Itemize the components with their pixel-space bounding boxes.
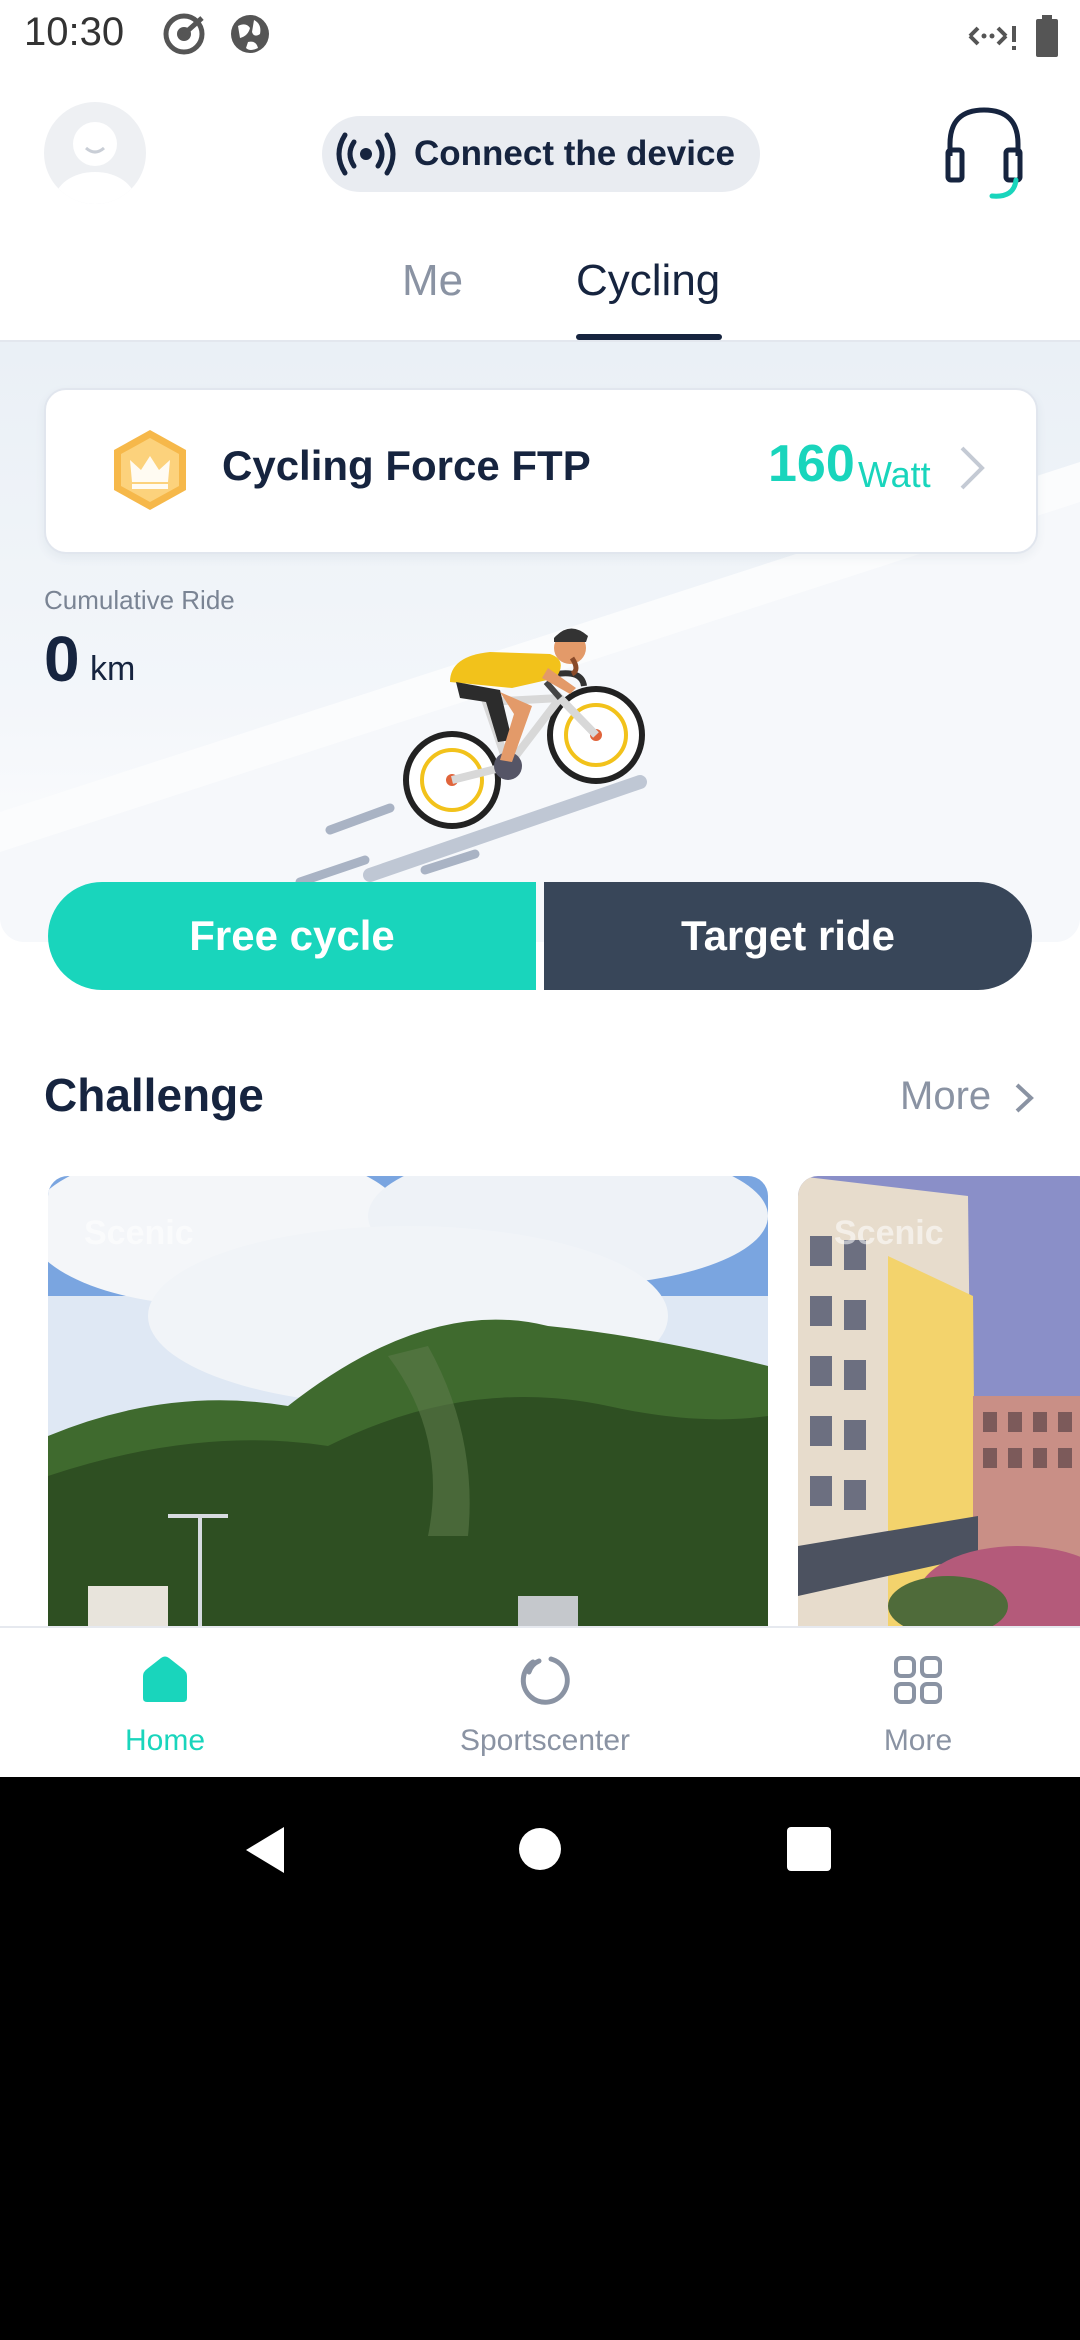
chevron-right-icon[interactable] (1014, 1082, 1034, 1114)
nav-sportscenter-label: Sportscenter (459, 1724, 631, 1757)
sportscenter-icon (520, 1656, 570, 1705)
challenge-card-tag: Scenic (84, 1214, 194, 1252)
nav-home[interactable]: Home (0, 1628, 345, 1777)
home-circle-icon[interactable] (518, 1827, 562, 1871)
target-ride-button[interactable]: Target ride (544, 882, 1032, 990)
bottom-nav: Home Sportscenter More (0, 1626, 1080, 1777)
back-icon[interactable] (244, 1825, 288, 1875)
status-right-icons (966, 12, 1058, 60)
home-icon (143, 1656, 187, 1702)
nav-home-label: Home (124, 1724, 206, 1757)
grid-icon (894, 1656, 942, 1704)
ftp-label: Cycling Force FTP (222, 442, 591, 489)
tab-me[interactable]: Me (402, 256, 463, 306)
challenge-title: Challenge (44, 1069, 264, 1121)
tab-cycling[interactable]: Cycling (576, 256, 720, 306)
cumulative-ride-unit: km (90, 650, 136, 688)
tab-bar: Me Cycling (0, 250, 1080, 342)
data-transfer-icon (968, 26, 1016, 50)
crown-icon (114, 430, 186, 510)
connect-device-label: Connect the device (414, 134, 735, 173)
ftp-unit: Watt (858, 454, 931, 495)
cumulative-ride-label: Cumulative Ride (44, 585, 235, 615)
ftp-value: 160 (768, 435, 855, 493)
globe-icon (231, 15, 269, 53)
battery-icon (1036, 15, 1058, 57)
nav-sportscenter[interactable]: Sportscenter (365, 1628, 725, 1777)
challenge-card-campus[interactable]: Scenic (798, 1176, 1080, 1626)
nav-more-label: More (883, 1724, 953, 1757)
ftp-card[interactable]: Cycling Force FTP 160 Watt (44, 388, 1038, 554)
headset-icon[interactable] (944, 104, 1024, 200)
challenge-card-tag: Scenic (834, 1214, 944, 1252)
challenge-more-link[interactable]: More (900, 1074, 991, 1119)
status-time: 10:30 (24, 10, 125, 54)
avatar-icon (55, 122, 135, 204)
chevron-right-icon (960, 446, 985, 490)
nav-more[interactable]: More (738, 1628, 1080, 1777)
free-cycle-button[interactable]: Free cycle (48, 882, 536, 990)
system-nav-bar (0, 1777, 1080, 1917)
avatar[interactable] (44, 102, 146, 204)
connect-device-button[interactable]: Connect the device (322, 116, 760, 192)
target-icon (163, 13, 205, 55)
broadcast-icon (336, 132, 396, 176)
status-bar: 10:30 (0, 0, 1080, 72)
cyclist-illustration (295, 628, 647, 887)
recents-icon[interactable] (787, 1827, 831, 1871)
challenge-card-mountain[interactable]: Scenic (48, 1176, 768, 1626)
cumulative-ride-value: 0 (44, 623, 80, 695)
app-screen: 10:30 Connect the device Me Cycling Cycl… (0, 0, 1080, 1777)
